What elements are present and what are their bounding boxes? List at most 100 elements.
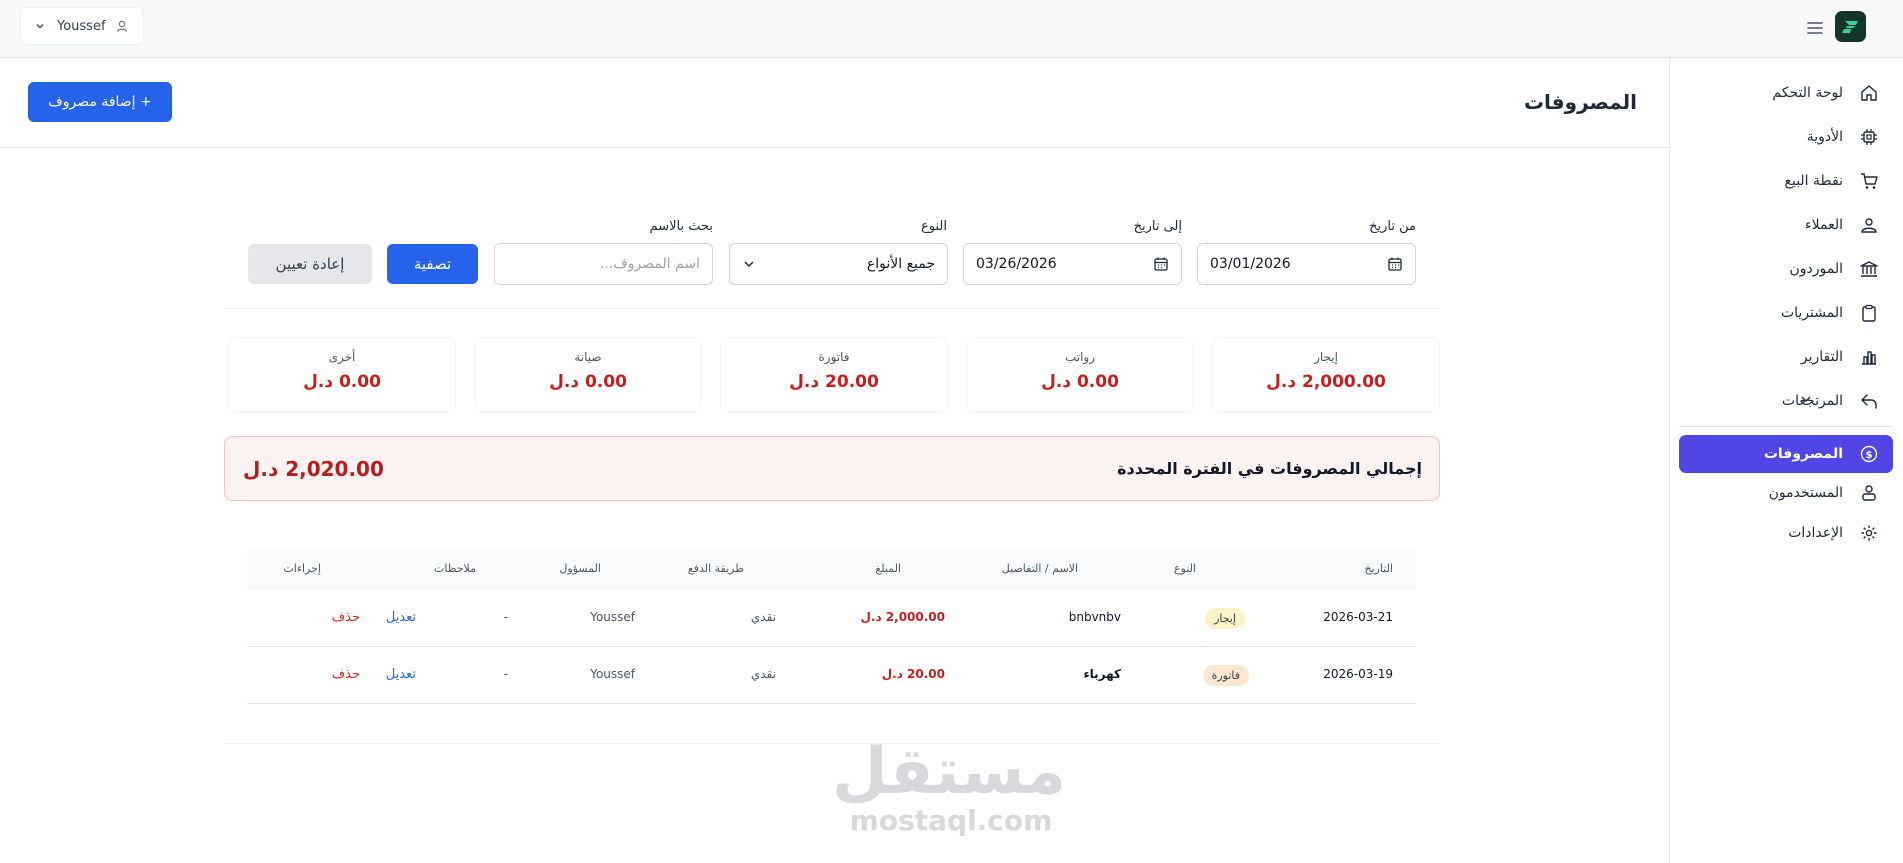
sidebar-item-dashboard[interactable]: لوحة التحكم [1679,74,1893,112]
svg-text:$: $ [1866,450,1873,461]
sidebar-item-purchases[interactable]: المشتريات [1679,294,1893,332]
sidebar-item-suppliers[interactable]: الموردون [1679,250,1893,288]
calendar-icon [1154,257,1168,271]
add-expense-button[interactable]: + إضافة مصروف [28,82,172,122]
bar-chart-icon [1859,347,1879,367]
edit-link[interactable]: تعديل [386,667,416,682]
summary-card-other: أخرى 0.00 د.ل [228,337,456,413]
cell-name: كهرباء [1083,667,1121,681]
user-menu[interactable]: Youssef [20,7,144,45]
dollar-icon: $ [1859,444,1879,464]
reset-button[interactable]: إعادة تعيين [248,244,372,284]
cell-notes: - [503,667,508,681]
summary-value: 0.00 د.ل [549,372,627,392]
column-header: النوع [1174,562,1196,575]
summary-label: صيانة [574,350,602,364]
chevron-down-icon [744,261,754,268]
type-select[interactable]: جميع الأنواع [729,243,948,285]
sidebar-item-label: التقارير [1800,349,1843,365]
summary-label: رواتب [1064,350,1096,364]
hamburger-menu-icon[interactable] [1802,15,1828,41]
from-date-label: من تاريخ [1369,219,1416,234]
divider [224,308,1440,309]
sidebar-item-pos[interactable]: نقطة البيع [1679,162,1893,200]
from-date-input[interactable]: 03/01/2026 [1197,243,1416,285]
sidebar-item-expenses[interactable]: $ المصروفات [1679,435,1893,473]
sidebar-item-label: نقطة البيع [1784,173,1843,189]
column-header: طريقة الدفع [687,562,744,575]
sidebar-item-returns[interactable]: المرتجعات [1679,382,1893,420]
cell-amount: 2,000.00 د.ل [860,610,945,624]
user-group-icon [1859,483,1879,503]
search-field[interactable] [494,243,713,285]
sidebar-item-label: المصروفات [1763,446,1843,462]
type-badge: إيجار [1205,608,1245,629]
watermark: مستقل mostaql.com [831,735,1066,838]
chevron-down-icon [1799,392,1813,410]
sidebar-item-label: الأدوية [1806,129,1843,145]
type-select-value: جميع الأنواع [866,256,935,272]
home-icon [1859,83,1879,103]
cell-notes: - [503,610,508,624]
summary-value: 20.00 د.ل [789,372,879,392]
sidebar-item-label: الإعدادات [1788,525,1843,541]
cell-owner: Youssef [590,667,635,681]
sidebar-item-reports[interactable]: التقارير [1679,338,1893,376]
sidebar-item-label: المستخدمون [1768,485,1843,501]
table-row: 2026-03-21 إيجار bnbvnbv 2,000.00 د.ل نق… [247,590,1416,647]
bank-icon [1859,259,1879,279]
sidebar-item-settings[interactable]: الإعدادات [1679,514,1893,552]
table-header: التاريخ النوع الاسم / التفاصيل المبلغ طر… [247,549,1416,590]
page-title: المصروفات [1523,90,1637,114]
column-header: الاسم / التفاصيل [1001,562,1078,575]
delete-link[interactable]: حذف [332,610,360,625]
summary-value: 2,000.00 د.ل [1266,372,1386,392]
sidebar-item-label: المشتريات [1780,305,1843,321]
delete-link[interactable]: حذف [332,667,360,682]
sidebar: لوحة التحكم الأدوية نقطة البيع العملاء ا… [1669,58,1903,863]
summary-value: 0.00 د.ل [1041,372,1119,392]
summary-label: فاتورة [818,350,850,364]
summary-label: أخرى [328,350,356,364]
sidebar-item-customers[interactable]: العملاء [1679,206,1893,244]
column-header: إجراءات [283,562,321,575]
summary-card-salaries: رواتب 0.00 د.ل [966,337,1194,413]
search-label: بحث بالاسم [649,219,713,234]
user-name: Youssef [57,18,106,34]
table-row: 2026-03-19 فاتورة كهرباء 20.00 د.ل نقدي … [247,647,1416,704]
cell-owner: Youssef [590,610,635,624]
chip-icon [1859,127,1879,147]
search-input[interactable] [507,256,700,272]
sidebar-item-users[interactable]: المستخدمون [1679,474,1893,512]
cart-icon [1859,171,1879,191]
summary-card-rent: إيجار 2,000.00 د.ل [1212,337,1440,413]
cell-date: 2026-03-21 [1323,610,1393,624]
summary-label: إيجار [1314,350,1338,364]
watermark-latin: mostaql.com [849,804,1053,837]
total-label: إجمالي المصروفات في الفترة المحددة [1117,459,1422,478]
sidebar-item-label: العملاء [1805,217,1843,233]
column-header: التاريخ [1364,562,1393,575]
edit-link[interactable]: تعديل [386,610,416,625]
sidebar-item-medicines[interactable]: الأدوية [1679,118,1893,156]
summary-value: 0.00 د.ل [303,372,381,392]
cell-date: 2026-03-19 [1323,667,1393,681]
summary-card-maintenance: صيانة 0.00 د.ل [474,337,702,413]
logo-icon [1841,20,1858,33]
column-header: ملاحظات [434,562,476,575]
watermark-arabic: مستقل [831,735,1066,809]
clipboard-icon [1859,303,1879,323]
to-date-input[interactable]: 03/26/2026 [963,243,1182,285]
type-badge: فاتورة [1202,665,1249,686]
top-bar: Youssef [0,0,1903,58]
sidebar-divider [1679,426,1893,427]
cell-payment-method: نقدي [750,667,776,681]
user-icon [116,20,128,32]
column-header: المبلغ [875,562,901,575]
cell-name: bnbvnbv [1068,610,1121,624]
filter-button[interactable]: تصفية [387,244,478,284]
app-logo[interactable] [1835,11,1866,42]
page-header: المصروفات + إضافة مصروف [0,58,1669,148]
cell-amount: 20.00 د.ل [881,667,945,681]
gear-icon [1859,523,1879,543]
